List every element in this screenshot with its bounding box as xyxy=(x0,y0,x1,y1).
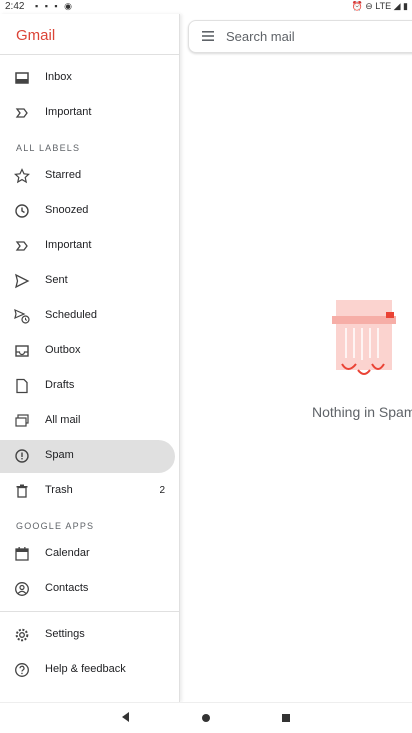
spam-icon xyxy=(14,448,30,464)
drawer-item-all-mail[interactable]: All mail xyxy=(0,405,175,438)
drawer-item-spam[interactable]: Spam xyxy=(0,440,175,473)
back-button[interactable] xyxy=(120,711,132,723)
drawer-item-scheduled[interactable]: Scheduled xyxy=(0,300,175,333)
drawer-item-starred[interactable]: Starred xyxy=(0,160,175,193)
recents-button[interactable] xyxy=(281,713,291,723)
search-input[interactable]: Search mail xyxy=(226,29,295,44)
notification-icons: ▪ ▪ ▪ ◉ xyxy=(35,1,74,11)
all-mail-icon xyxy=(14,413,30,429)
outbox-icon xyxy=(14,343,30,359)
drawer-item-label: Help & feedback xyxy=(45,663,126,675)
drawer-item-settings[interactable]: Settings xyxy=(0,619,175,652)
empty-spam-illustration xyxy=(328,298,400,386)
drawer-item-label: Spam xyxy=(45,449,74,461)
system-nav-bar xyxy=(0,702,412,733)
drawer-item-drafts[interactable]: Drafts xyxy=(0,370,175,403)
drawer-item-label: Starred xyxy=(45,169,82,181)
gmail-logo: Gmail xyxy=(16,27,56,44)
header-divider xyxy=(0,54,179,55)
contacts-icon xyxy=(14,581,30,597)
drawer-item-label: Drafts xyxy=(45,379,75,391)
send-icon xyxy=(14,273,30,289)
drawer-item-label: Inbox xyxy=(45,71,72,83)
drawer-item-label: Contacts xyxy=(45,582,89,594)
drawer-item-label: Important xyxy=(45,106,92,118)
drawer-item-sent[interactable]: Sent xyxy=(0,265,175,298)
clock-icon xyxy=(14,203,30,219)
empty-state-text: Nothing in Spam xyxy=(312,404,412,420)
status-time: 2:42 xyxy=(5,1,25,12)
network-label: LTE xyxy=(375,1,392,11)
important-icon xyxy=(14,105,30,121)
status-network: ⏰ ⊖ LTE ◢ ▮ xyxy=(351,1,408,11)
trash-icon xyxy=(14,483,30,499)
bottom-divider xyxy=(0,611,179,612)
drawer-item-important[interactable]: Important xyxy=(0,97,175,130)
search-bar[interactable]: Search mail xyxy=(188,20,412,53)
all-labels-header: ALL LABELS xyxy=(16,143,81,153)
drawer-item-outbox[interactable]: Outbox xyxy=(0,335,175,368)
drawer-item-inbox[interactable]: Inbox xyxy=(0,62,175,95)
calendar-icon xyxy=(14,546,30,562)
status-bar: 2:42 ▪ ▪ ▪ ◉ ⏰ ⊖ LTE ◢ ▮ xyxy=(0,0,412,14)
drawer-item-label: Important xyxy=(45,239,92,251)
drawer-item-label: Snoozed xyxy=(45,204,89,216)
help-icon xyxy=(14,662,30,678)
drawer-item-label: Trash xyxy=(45,484,73,496)
drawer-item-label: Scheduled xyxy=(45,309,97,321)
drawer-item-snoozed[interactable]: Snoozed xyxy=(0,195,175,228)
important-icon xyxy=(14,238,30,254)
google-apps-header: GOOGLE APPS xyxy=(16,521,95,531)
home-button[interactable] xyxy=(201,713,211,723)
scheduled-icon xyxy=(14,308,30,324)
menu-icon[interactable] xyxy=(201,29,215,43)
drawer-item-label: Calendar xyxy=(45,547,90,559)
drawer-item-contacts[interactable]: Contacts xyxy=(0,573,175,606)
gear-icon xyxy=(14,627,30,643)
drawer-item-label: Settings xyxy=(45,628,85,640)
inbox-icon xyxy=(14,70,30,86)
navigation-drawer: Gmail Inbox Important ALL LABELS Starred… xyxy=(0,14,180,702)
drawer-item-help[interactable]: Help & feedback xyxy=(0,654,175,687)
drawer-item-label: All mail xyxy=(45,414,81,426)
drawer-item-label: Outbox xyxy=(45,344,81,356)
drawer-item-label: Sent xyxy=(45,274,68,286)
draft-icon xyxy=(14,378,30,394)
trash-count-badge: 2 xyxy=(159,485,165,496)
drawer-item-important-label[interactable]: Important xyxy=(0,230,175,263)
drawer-item-trash[interactable]: Trash 2 xyxy=(0,475,175,508)
drawer-item-calendar[interactable]: Calendar xyxy=(0,538,175,571)
star-icon xyxy=(14,168,30,184)
